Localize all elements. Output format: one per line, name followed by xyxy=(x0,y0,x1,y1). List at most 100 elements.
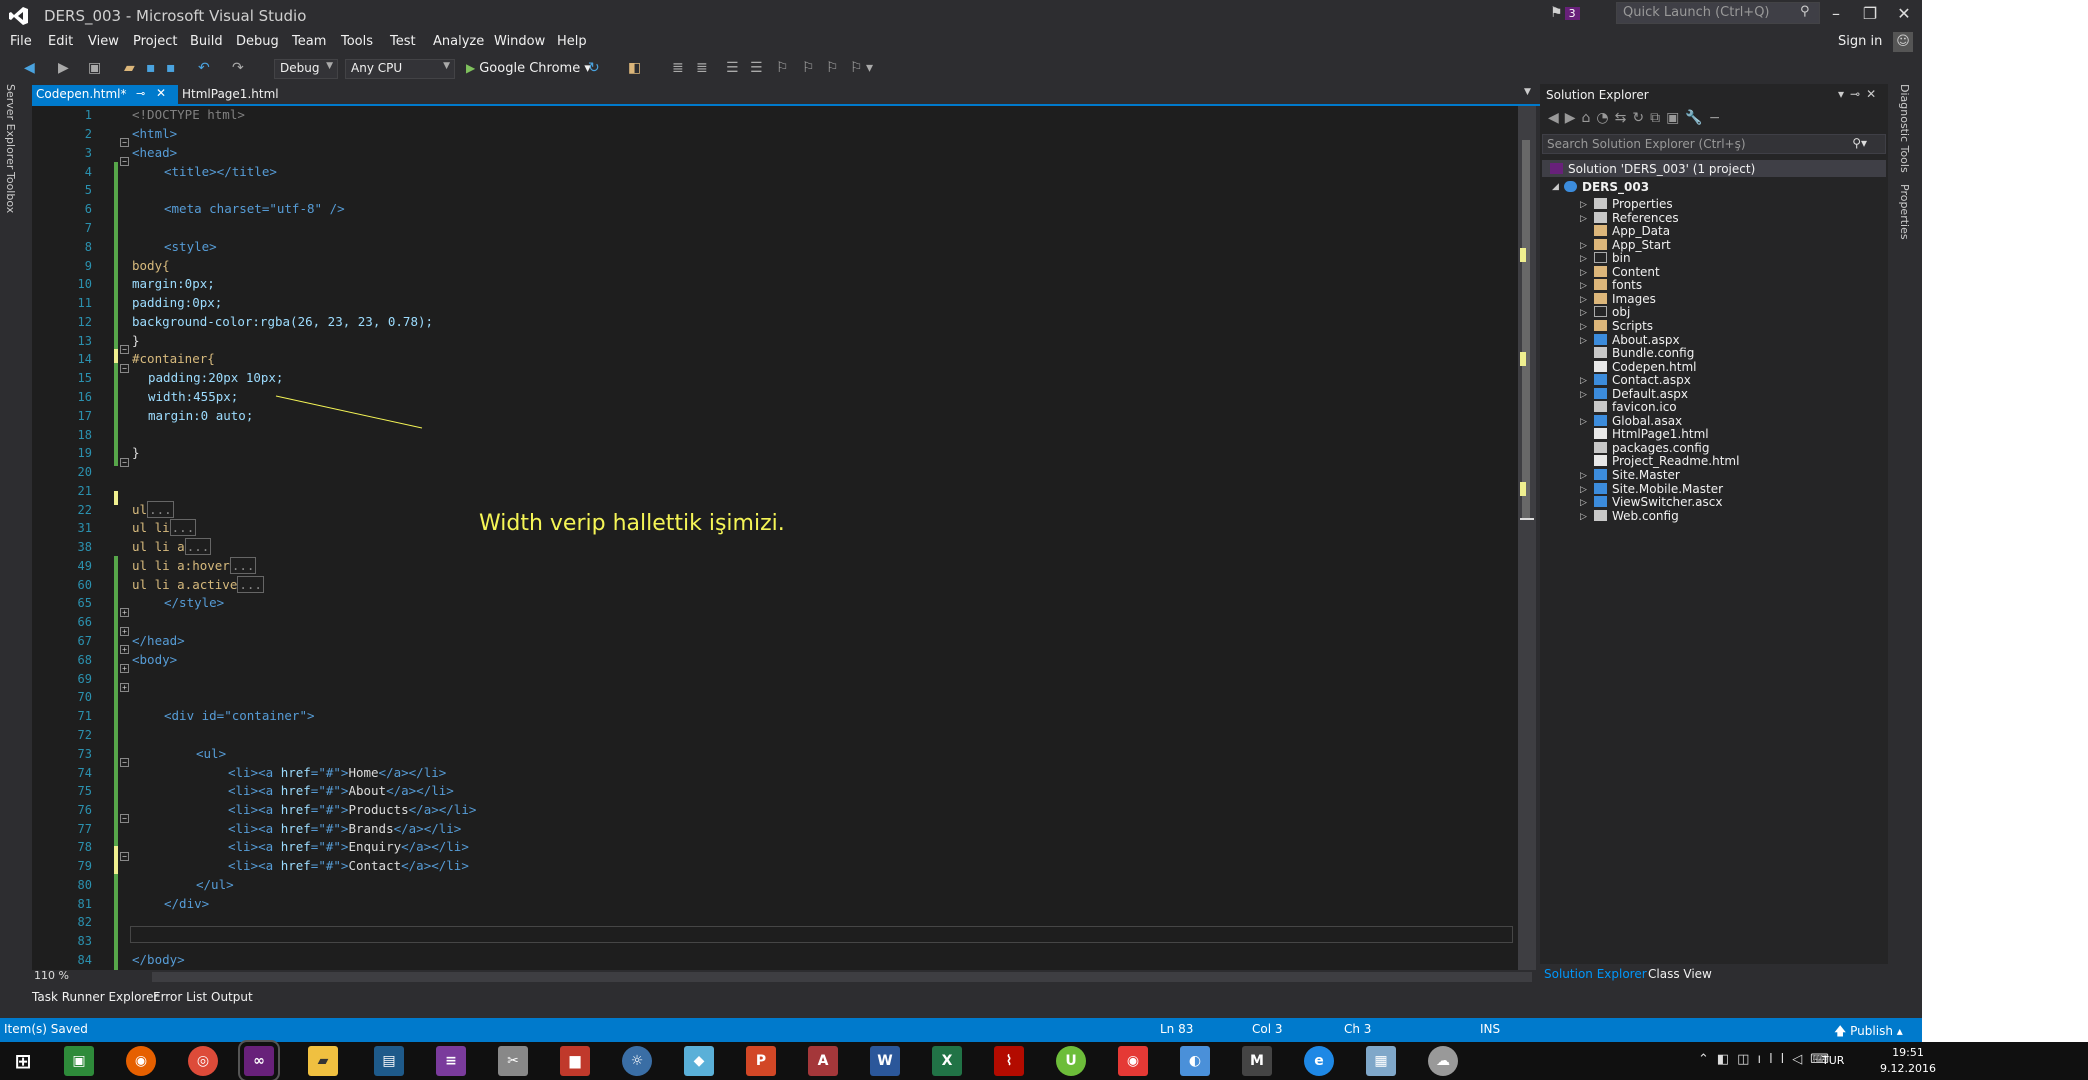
access-icon[interactable]: A xyxy=(808,1046,838,1076)
chrome-icon[interactable]: ◎ xyxy=(188,1046,218,1076)
browser-link-icon[interactable]: ◧ xyxy=(628,60,641,76)
app-icon[interactable]: ◆ xyxy=(684,1046,714,1076)
navigate-forward-icon[interactable]: ▶ xyxy=(58,60,69,76)
winrar-icon[interactable]: ≡ xyxy=(436,1046,466,1076)
expand-triangle-icon[interactable]: ▷ xyxy=(1580,214,1587,224)
app-icon[interactable]: ◐ xyxy=(1180,1046,1210,1076)
excel-icon[interactable]: X xyxy=(932,1046,962,1076)
tab-error-list[interactable]: Error List xyxy=(153,990,207,1004)
menu-help[interactable]: Help xyxy=(557,32,587,51)
solution-tree-item[interactable]: fonts xyxy=(1594,278,1642,292)
prev-bookmark-icon[interactable]: ⚐ xyxy=(802,60,815,76)
publish-button[interactable]: 🡅 Publish ▴ xyxy=(1834,1022,1903,1042)
tab-solution-explorer[interactable]: Solution Explorer xyxy=(1544,967,1647,981)
panel-window-controls[interactable]: ▾⊸✕ xyxy=(1838,87,1882,101)
search-icon[interactable]: ⚲ xyxy=(1800,4,1810,19)
menu-view[interactable]: View xyxy=(88,32,119,51)
close-window-button[interactable]: ✕ xyxy=(1892,4,1916,23)
tab-task-runner-explorer[interactable]: Task Runner Explorer xyxy=(32,990,158,1004)
solution-tree-item[interactable]: About.aspx xyxy=(1594,333,1680,347)
solution-configuration-select[interactable]: Debug ▼ xyxy=(274,59,338,79)
start-debugging-button[interactable]: ▶ Google Chrome ▾ xyxy=(466,61,591,76)
menu-debug[interactable]: Debug xyxy=(236,32,279,51)
menu-window[interactable]: Window xyxy=(494,32,545,51)
menu-tools[interactable]: Tools xyxy=(341,32,373,51)
input-language[interactable]: TUR xyxy=(1822,1054,1844,1067)
refresh-icon[interactable]: ↻ xyxy=(588,60,600,76)
properties-tab[interactable]: Properties xyxy=(1898,184,1911,240)
toolbox-app-icon[interactable]: ▆ xyxy=(560,1046,590,1076)
minimize-button[interactable]: – xyxy=(1824,4,1848,23)
project-node[interactable]: DERS_003 xyxy=(1564,180,1649,194)
expand-triangle-icon[interactable]: ▷ xyxy=(1580,512,1587,522)
redo-icon[interactable]: ↷ xyxy=(232,60,244,76)
solution-tree-item[interactable]: References xyxy=(1594,211,1679,225)
expand-triangle-icon[interactable]: ▷ xyxy=(1580,376,1587,386)
solution-platform-select[interactable]: Any CPU ▼ xyxy=(345,59,455,79)
user-account-icon[interactable]: ☺ xyxy=(1893,32,1913,52)
solution-explorer-toolbar[interactable]: ◀▶⌂◔⇆↻⧉▣🔧− xyxy=(1548,110,1726,126)
align-right-icon[interactable]: ≣ xyxy=(696,60,708,76)
recorder-icon[interactable]: ◉ xyxy=(1118,1046,1148,1076)
menu-analyze[interactable]: Analyze xyxy=(433,32,484,51)
solution-tree-item[interactable]: packages.config xyxy=(1594,441,1709,455)
menu-project[interactable]: Project xyxy=(133,32,177,51)
menu-team[interactable]: Team xyxy=(292,32,326,51)
firefox-icon[interactable]: ◉ xyxy=(126,1046,156,1076)
sign-in-link[interactable]: Sign in xyxy=(1838,34,1882,49)
solution-tree-item[interactable]: Default.aspx xyxy=(1594,387,1688,401)
solution-tree-item[interactable]: obj xyxy=(1594,305,1630,319)
file-explorer-icon[interactable]: ▰ xyxy=(308,1046,338,1076)
solution-tree-item[interactable]: App_Data xyxy=(1594,224,1670,238)
expand-triangle-icon[interactable]: ▷ xyxy=(1580,268,1587,278)
clear-bookmarks-icon[interactable]: ⚐ xyxy=(850,60,863,76)
app-icon[interactable]: ▤ xyxy=(374,1046,404,1076)
menu-edit[interactable]: Edit xyxy=(48,32,73,51)
expand-triangle-icon[interactable]: ▷ xyxy=(1580,485,1587,495)
close-tab-icon[interactable]: ✕ xyxy=(156,86,166,100)
solution-tree-item[interactable]: favicon.ico xyxy=(1594,400,1677,414)
expand-triangle-icon[interactable]: ▷ xyxy=(1580,322,1587,332)
menu-test[interactable]: Test xyxy=(390,32,416,51)
powerpoint-icon[interactable]: P xyxy=(746,1046,776,1076)
code-editor[interactable]: 1 2 3 4 5 6 7 8 9 10 11 12 13 14 15 16 17 18 19 20 21 22 31 38 4… xyxy=(32,106,1520,970)
expand-triangle-icon[interactable]: ▷ xyxy=(1580,281,1587,291)
expand-triangle-icon[interactable]: ▷ xyxy=(1580,417,1587,427)
expand-triangle-icon[interactable]: ▷ xyxy=(1580,390,1587,400)
tab-output[interactable]: Output xyxy=(211,990,253,1004)
solution-tree-item[interactable]: Contact.aspx xyxy=(1594,373,1691,387)
solution-tree-item[interactable]: Site.Mobile.Master xyxy=(1594,482,1723,496)
solution-tree-item[interactable]: HtmlPage1.html xyxy=(1594,427,1709,441)
solution-tree-item[interactable]: Project_Readme.html xyxy=(1594,454,1739,468)
restore-button[interactable]: ❐ xyxy=(1858,4,1882,23)
toolbox-tab[interactable]: Toolbox xyxy=(4,172,17,213)
solution-tree-item[interactable]: ViewSwitcher.ascx xyxy=(1594,495,1722,509)
windows-start-icon[interactable]: ⊞ xyxy=(8,1046,38,1076)
expand-triangle-icon[interactable]: ▷ xyxy=(1580,241,1587,251)
scroll-thumb[interactable] xyxy=(1522,140,1530,520)
editor-horizontal-scrollbar[interactable] xyxy=(152,972,1532,982)
expand-triangle-icon[interactable]: ▷ xyxy=(1580,254,1587,264)
expand-triangle-icon[interactable]: ▷ xyxy=(1580,295,1587,305)
notifications-flag[interactable]: ⚑ 3 xyxy=(1550,5,1580,21)
tab-htmlpage1-html[interactable]: HtmlPage1.html xyxy=(182,87,279,101)
torrent-icon[interactable]: U xyxy=(1056,1046,1086,1076)
app-icon[interactable]: ☁ xyxy=(1428,1046,1458,1076)
acrobat-icon[interactable]: ⌇ xyxy=(994,1046,1024,1076)
undo-icon[interactable]: ↶ xyxy=(198,60,210,76)
tab-overflow-icon[interactable]: ▼ xyxy=(1524,87,1531,97)
app-icon[interactable]: ▦ xyxy=(1366,1046,1396,1076)
solution-tree-item[interactable]: Site.Master xyxy=(1594,468,1680,482)
expand-triangle-icon[interactable]: ▷ xyxy=(1580,471,1587,481)
next-bookmark-icon[interactable]: ⚐ xyxy=(826,60,839,76)
app-icon[interactable]: ☼ xyxy=(622,1046,652,1076)
solution-tree-item[interactable]: Images xyxy=(1594,292,1656,306)
pin-tab-icon[interactable]: ⊸ xyxy=(136,87,145,100)
solution-node[interactable]: Solution 'DERS_003' (1 project) xyxy=(1550,162,1755,176)
navigate-back-icon[interactable]: ◀ xyxy=(24,60,35,76)
tab-codepen-html[interactable]: Codepen.html* ⊸ ✕ xyxy=(32,85,178,104)
quick-launch-input[interactable]: Quick Launch (Ctrl+Q) xyxy=(1616,2,1820,24)
solution-tree-item[interactable]: Codepen.html xyxy=(1594,360,1696,374)
store-app-icon[interactable]: ▣ xyxy=(64,1046,94,1076)
uncomment-icon[interactable]: ☰ xyxy=(750,60,763,76)
